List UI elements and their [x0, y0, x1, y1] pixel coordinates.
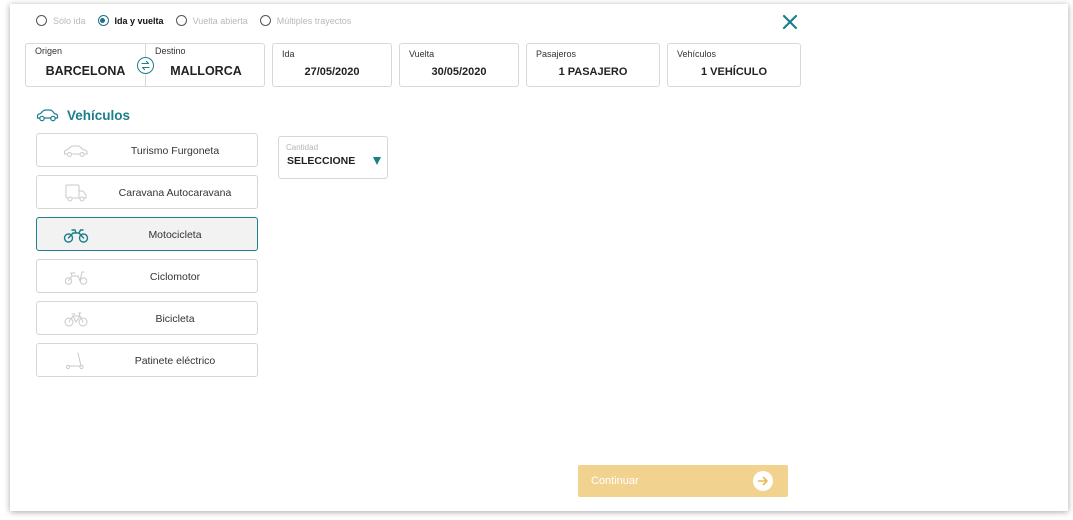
pasajeros-value: 1 PASAJERO	[558, 66, 628, 78]
scooter-icon	[65, 352, 84, 370]
vehicle-option-label: Turismo Furgoneta	[130, 145, 220, 157]
origin-field[interactable]: Origen BARCELONA	[26, 44, 145, 86]
vuelta-value: 30/05/2020	[431, 66, 487, 78]
continue-label: Continuar	[591, 475, 639, 487]
vehicle-option-caravana[interactable]: Caravana Autocaravana	[36, 175, 258, 209]
vehicle-option-label: Ciclomotor	[149, 271, 201, 283]
vehicle-option-label: Motocicleta	[148, 229, 202, 241]
radio-label: Vuelta abierta	[192, 15, 248, 26]
vehicle-option-label: Bicicleta	[155, 313, 195, 325]
radio-label: Sólo ida	[53, 15, 86, 26]
arrow-right-icon	[753, 471, 773, 491]
ida-value: 27/05/2020	[304, 66, 360, 78]
vehicles-section-title: Vehículos	[36, 108, 130, 123]
caret-down-icon	[373, 157, 381, 165]
ida-label: Ida	[282, 49, 295, 59]
destination-field[interactable]: Destino MALLORCA	[146, 44, 266, 86]
booking-panel: Sólo ida Ida y vuelta Vuelta abierta Múl…	[10, 4, 1068, 511]
pasajeros-label: Pasajeros	[536, 49, 577, 59]
vehicle-option-ciclomotor[interactable]: Ciclomotor	[36, 259, 258, 293]
radio-circle	[36, 15, 47, 26]
vehicle-option-turismo[interactable]: Turismo Furgoneta	[36, 133, 258, 167]
swap-icon	[141, 60, 150, 71]
quantity-value: SELECCIONE	[287, 155, 356, 167]
continue-button[interactable]: Continuar	[578, 465, 788, 497]
route-field: Origen BARCELONA Destino MALLORCA	[25, 43, 265, 87]
radio-circle	[175, 15, 187, 26]
caravan-icon	[65, 184, 87, 202]
destination-value: MALLORCA	[170, 64, 242, 78]
radio-circle	[97, 15, 109, 26]
vehicles-title-text: Vehículos	[67, 108, 131, 123]
vehicle-option-patinete[interactable]: Patinete eléctrico	[36, 343, 258, 377]
radio-circle	[259, 15, 271, 26]
vehicle-option-label: Patinete eléctrico	[134, 355, 216, 367]
radio-label: Múltiples trayectos	[276, 15, 352, 26]
motorcycle-icon	[63, 229, 89, 243]
origin-label: Origen	[35, 46, 63, 56]
vehiculos-field[interactable]: Vehículos 1 VEHÍCULO	[667, 43, 801, 87]
vuelta-date-field[interactable]: Vuelta 30/05/2020	[399, 43, 519, 87]
vehiculos-label: Vehículos	[677, 49, 717, 59]
trip-type-selector: Sólo ida Ida y vuelta Vuelta abierta Múl…	[36, 15, 351, 26]
quantity-select[interactable]: Cantidad SELECCIONE	[278, 136, 388, 179]
vehicle-option-bicicleta[interactable]: Bicicleta	[36, 301, 258, 335]
swap-route-button[interactable]	[137, 57, 154, 74]
car-icon	[64, 145, 88, 157]
close-icon[interactable]	[782, 14, 798, 30]
vehicle-option-label: Caravana Autocaravana	[118, 187, 232, 199]
quantity-label: Cantidad	[286, 143, 319, 152]
bicycle-icon	[64, 312, 88, 327]
origin-value: BARCELONA	[45, 64, 126, 78]
pasajeros-field[interactable]: Pasajeros 1 PASAJERO	[526, 43, 660, 87]
vuelta-label: Vuelta	[409, 49, 435, 59]
ida-date-field[interactable]: Ida 27/05/2020	[272, 43, 392, 87]
vehicle-type-list: Turismo Furgoneta Caravana Autocaravana …	[36, 133, 258, 385]
moped-icon	[64, 271, 88, 285]
radio-multiples-trayectos[interactable]: Múltiples trayectos	[259, 15, 352, 26]
vehiculos-value: 1 VEHÍCULO	[700, 66, 767, 78]
radio-label: Ida y vuelta	[114, 15, 164, 26]
radio-solo-ida[interactable]: Sólo ida	[36, 15, 86, 26]
radio-vuelta-abierta[interactable]: Vuelta abierta	[175, 15, 248, 26]
radio-ida-y-vuelta[interactable]: Ida y vuelta	[97, 15, 164, 26]
destination-label: Destino	[155, 46, 186, 56]
vehicle-option-motocicleta[interactable]: Motocicleta	[36, 217, 258, 251]
car-icon	[36, 109, 59, 122]
